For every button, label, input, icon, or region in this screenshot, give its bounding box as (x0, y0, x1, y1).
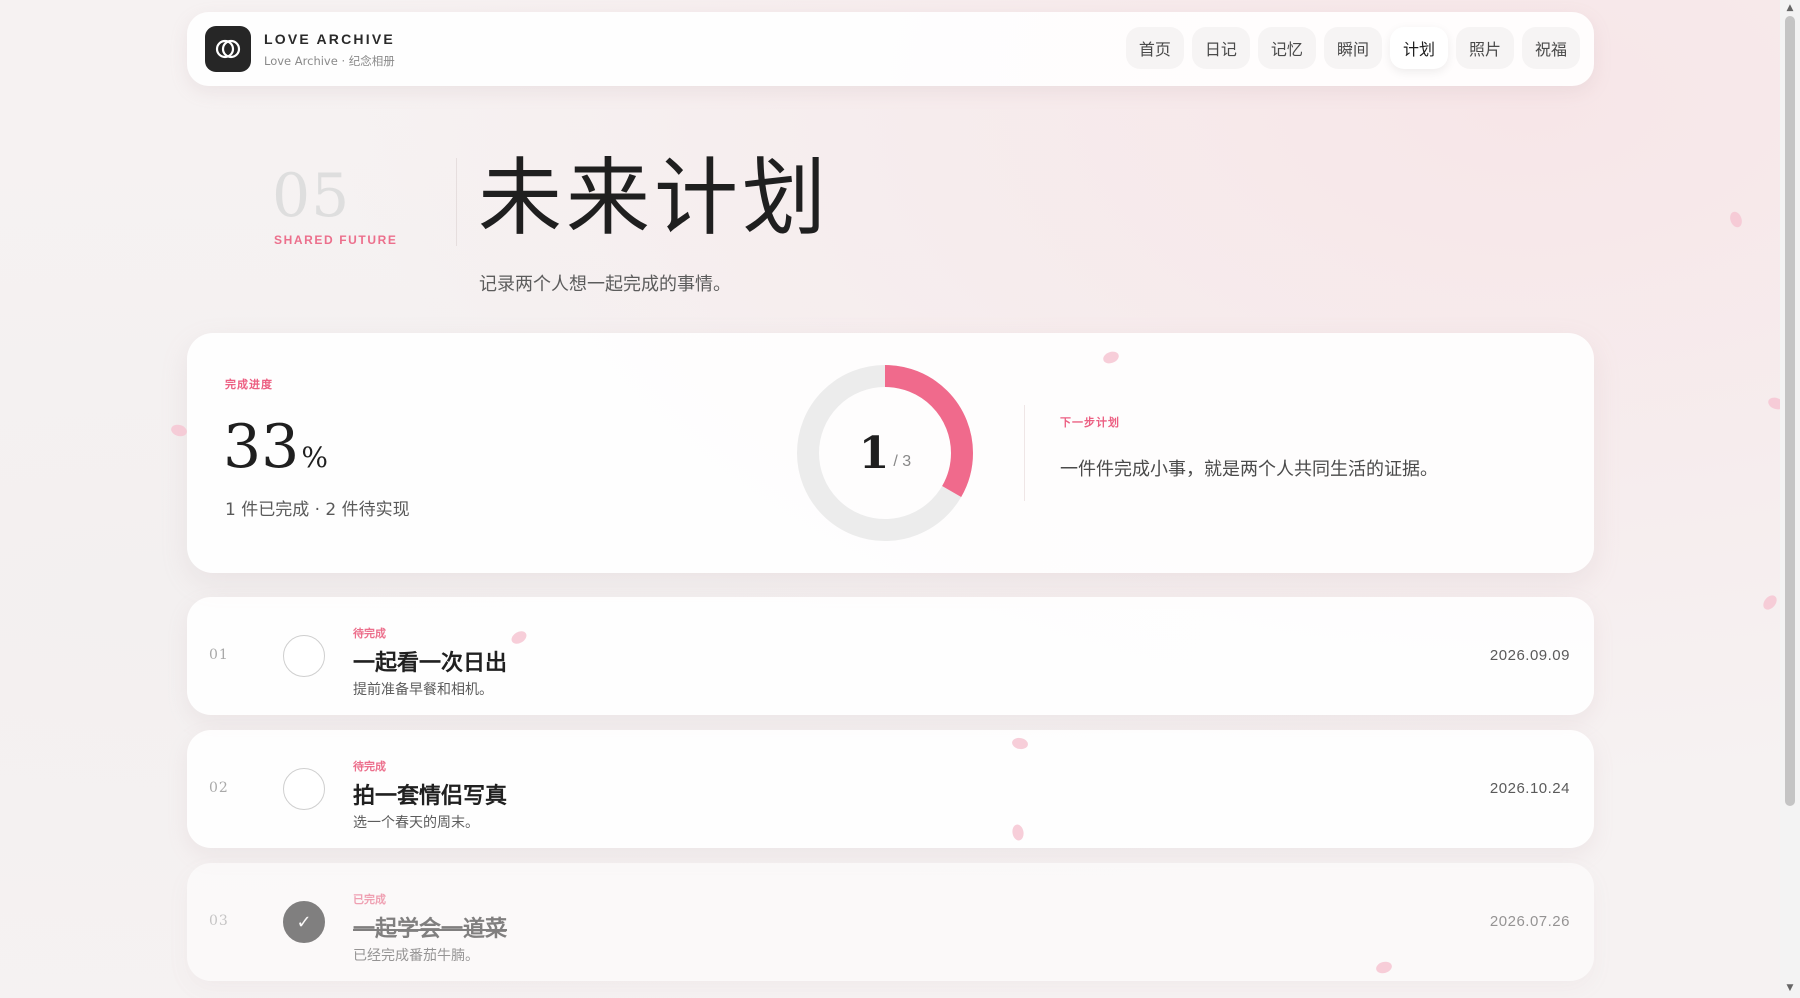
plan-title: 拍一套情侣写真 (353, 784, 508, 809)
plan-status: 已完成 (353, 893, 386, 906)
scrollbar-thumb[interactable] (1785, 16, 1795, 806)
petal-decoration (169, 423, 189, 438)
progress-card: 完成进度 33 % 1 件已完成 · 2 件待实现 1 / 3 下一步计划 一件… (187, 333, 1594, 573)
plan-status: 待完成 (353, 760, 386, 773)
plan-checkbox[interactable] (283, 635, 325, 677)
plan-checkbox[interactable] (283, 768, 325, 810)
nav-item-photos[interactable]: 照片 (1455, 27, 1514, 69)
scroll-down-icon[interactable]: ▼ (1784, 982, 1796, 994)
plan-description: 提前准备早餐和相机。 (353, 682, 493, 698)
progress-ring-done: 1 (858, 427, 890, 479)
progress-ring-label: 1 / 3 (795, 363, 975, 543)
progress-ring-total: / 3 (893, 453, 912, 470)
main-nav: 首页 日记 记忆 瞬间 计划 照片 祝福 (1125, 27, 1580, 69)
plan-date: 2026.10.24 (1489, 780, 1570, 797)
plan-index: 03 (209, 913, 229, 929)
plan-description: 已经完成番茄牛腩。 (353, 948, 479, 964)
nav-item-plans[interactable]: 计划 (1389, 27, 1448, 69)
page-subtitle: 记录两个人想一起完成的事情。 (479, 274, 731, 295)
progress-percent-value: 33 (223, 412, 300, 482)
plan-title: 一起学会一道菜 (353, 917, 508, 942)
nav-item-home[interactable]: 首页 (1125, 27, 1184, 69)
vertical-scrollbar[interactable]: ▲ ▼ (1780, 0, 1800, 998)
section-tag: SHARED FUTURE (274, 233, 398, 247)
nav-item-memories[interactable]: 记忆 (1257, 27, 1316, 69)
nav-item-diary[interactable]: 日记 (1191, 27, 1250, 69)
nav-item-moments[interactable]: 瞬间 (1323, 27, 1382, 69)
plan-title: 一起看一次日出 (353, 651, 508, 676)
hero-divider (456, 158, 457, 246)
progress-percent: 33 % (223, 417, 328, 477)
plan-row[interactable]: 01 待完成 一起看一次日出 提前准备早餐和相机。 2026.09.09 (187, 597, 1594, 715)
plan-date: 2026.09.09 (1489, 647, 1570, 664)
progress-divider (1024, 405, 1025, 501)
page: LOVE ARCHIVE Love Archive · 纪念相册 首页 日记 记… (0, 0, 1786, 998)
interlocking-rings-icon (215, 39, 241, 59)
plan-index: 01 (209, 647, 229, 663)
nav-item-wishes[interactable]: 祝福 (1521, 27, 1580, 69)
brand-title: LOVE ARCHIVE (264, 31, 395, 47)
plan-row[interactable]: 02 待完成 拍一套情侣写真 选一个春天的周末。 2026.10.24 (187, 730, 1594, 848)
top-nav-bar: LOVE ARCHIVE Love Archive · 纪念相册 首页 日记 记… (187, 12, 1594, 86)
progress-detail: 1 件已完成 · 2 件待实现 (225, 500, 410, 520)
section-number: 05 (272, 161, 351, 231)
progress-label: 完成进度 (225, 378, 273, 391)
check-icon: ✓ (296, 911, 312, 933)
brand-logo[interactable] (205, 26, 251, 72)
petal-decoration (1760, 592, 1780, 613)
next-step-label: 下一步计划 (1060, 416, 1120, 429)
progress-percent-unit: % (301, 441, 328, 474)
plan-checkbox-checked[interactable]: ✓ (283, 901, 325, 943)
plan-description: 选一个春天的周末。 (353, 815, 479, 831)
plan-date: 2026.07.26 (1489, 913, 1570, 930)
plan-index: 02 (209, 780, 229, 796)
scroll-up-icon[interactable]: ▲ (1784, 2, 1796, 14)
plan-status: 待完成 (353, 627, 386, 640)
brand-subtitle: Love Archive · 纪念相册 (264, 54, 395, 68)
next-step-text: 一件件完成小事，就是两个人共同生活的证据。 (1060, 459, 1438, 480)
page-title: 未来计划 (478, 149, 831, 247)
petal-decoration (1728, 210, 1744, 229)
